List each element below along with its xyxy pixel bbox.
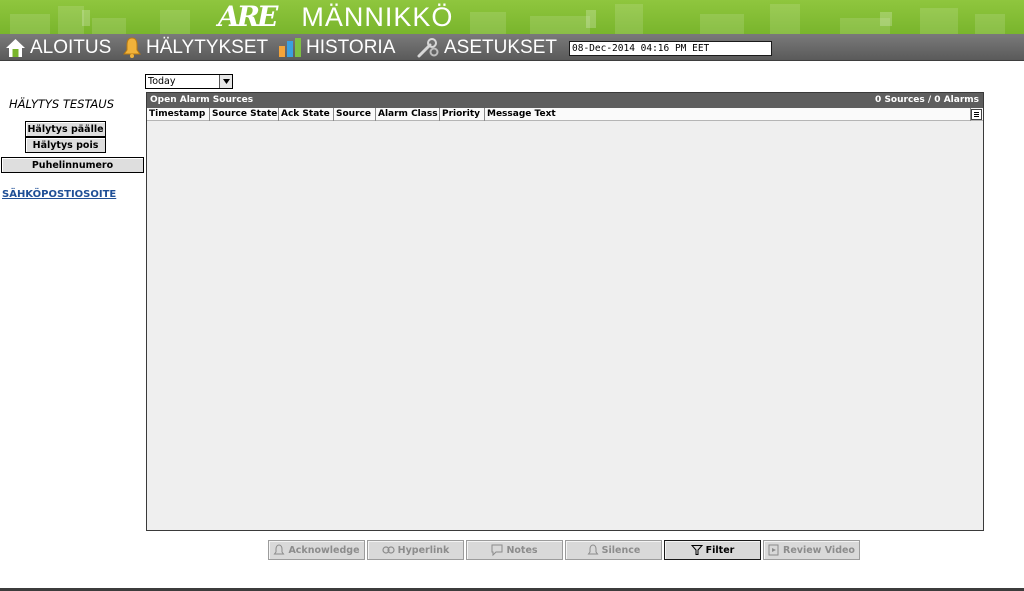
silence-button[interactable]: Silence (565, 540, 662, 560)
skyline-decoration (700, 14, 744, 34)
skyline-decoration (160, 10, 190, 34)
column-header-timestamp[interactable]: Timestamp (147, 108, 210, 121)
column-header-source[interactable]: Source (334, 108, 376, 121)
silence-icon (587, 544, 599, 555)
notes-button[interactable]: Notes (466, 540, 563, 560)
notes-label: Notes (506, 544, 538, 556)
filter-icon (690, 545, 703, 555)
silence-label: Silence (601, 544, 641, 556)
wrench-gear-icon (417, 38, 439, 58)
nav-halytykset[interactable]: HÄLYTYKSET (122, 34, 268, 61)
skyline-decoration (770, 4, 800, 34)
column-header-source-state[interactable]: Source State (210, 108, 279, 121)
column-header-alarm-class[interactable]: Alarm Class (376, 108, 440, 121)
nav-label: HÄLYTYKSET (146, 37, 269, 58)
alarm-table-body[interactable] (147, 122, 983, 530)
column-header-message-text[interactable]: Message Text (485, 108, 971, 121)
nav-label: ASETUKSET (444, 37, 557, 58)
bell-icon (123, 37, 141, 58)
skyline-decoration (92, 18, 126, 34)
review-video-label: Review Video (783, 544, 855, 556)
review-video-icon (768, 544, 779, 556)
hyperlink-label: Hyperlink (397, 544, 450, 556)
sidebar-title: HÄLYTYS TESTAUS (9, 97, 114, 111)
column-header-priority[interactable]: Priority (440, 108, 485, 121)
column-chooser-icon[interactable] (971, 109, 982, 120)
alarm-console: Open Alarm Sources 0 Sources / 0 Alarms … (146, 92, 984, 531)
filter-label: Filter (705, 544, 735, 556)
column-header-row: Timestamp Source State Ack State Source … (147, 108, 983, 121)
skyline-decoration (975, 14, 1005, 34)
phone-number-button[interactable]: Puhelinnumero (1, 157, 144, 173)
skyline-decoration (470, 12, 506, 34)
period-select[interactable]: Today (145, 74, 233, 89)
datetime-display: 08-Dec-2014 04:16 PM EET (569, 41, 772, 56)
brand-name: MÄNNIKKÖ (301, 2, 454, 32)
review-video-button[interactable]: Review Video (763, 540, 860, 560)
bar-chart-icon (279, 38, 301, 57)
home-icon (6, 38, 25, 57)
hyperlink-button[interactable]: Hyperlink (367, 540, 464, 560)
hyperlink-icon (382, 546, 395, 554)
notes-icon (491, 544, 503, 556)
skyline-decoration (586, 10, 596, 28)
nav-label: ALOITUS (30, 37, 112, 58)
skyline-decoration (10, 14, 50, 34)
acknowledge-button[interactable]: Acknowledge (268, 540, 365, 560)
alarm-off-button[interactable]: Hälytys pois (25, 137, 106, 153)
filter-button[interactable]: Filter (664, 540, 761, 560)
alarm-on-button[interactable]: Hälytys päälle (25, 121, 106, 137)
skyline-decoration (82, 10, 90, 26)
skyline-decoration (615, 4, 643, 34)
skyline-decoration (58, 6, 84, 34)
acknowledge-icon (273, 544, 285, 555)
period-select-value: Today (148, 76, 176, 87)
skyline-decoration (880, 12, 892, 26)
console-header: Open Alarm Sources 0 Sources / 0 Alarms (147, 93, 983, 108)
nav-asetukset[interactable]: ASETUKSET (416, 34, 557, 61)
nav-label: HISTORIA (306, 37, 396, 58)
nav-aloitus[interactable]: ALOITUS (5, 34, 111, 61)
brand-logo: ARE MÄNNIKKÖ (218, 0, 454, 33)
main-navigation: ALOITUS HÄLYTYKSET HISTORIA ASETUKSET (0, 34, 1024, 61)
column-header-ack-state[interactable]: Ack State (279, 108, 334, 121)
alarm-count: 0 Sources / 0 Alarms (875, 95, 979, 105)
logo-mark: ARE (218, 0, 278, 33)
email-address-link[interactable]: SÄHKÖPOSTIOSOITE (2, 189, 116, 200)
top-banner: ARE MÄNNIKKÖ (0, 0, 1024, 34)
skyline-decoration (530, 16, 590, 34)
nav-historia[interactable]: HISTORIA (278, 34, 395, 61)
chevron-down-icon[interactable] (219, 75, 232, 88)
acknowledge-label: Acknowledge (288, 544, 360, 556)
skyline-decoration (920, 8, 958, 34)
console-title: Open Alarm Sources (150, 95, 254, 105)
